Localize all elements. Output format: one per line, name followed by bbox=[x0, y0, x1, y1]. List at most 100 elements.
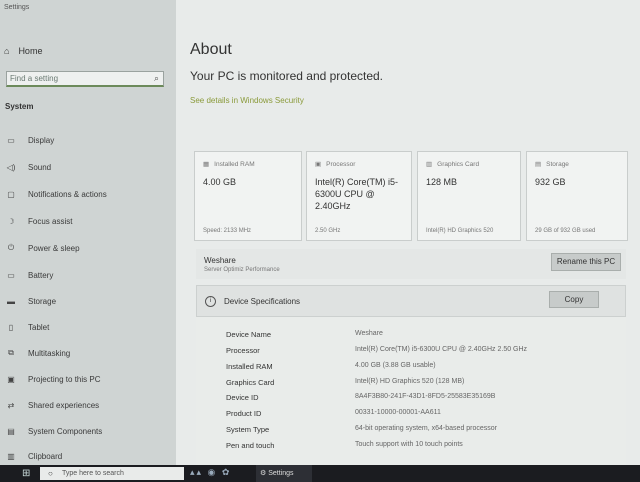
card-value: 932 GB bbox=[535, 177, 566, 187]
security-link[interactable]: See details in Windows Security bbox=[190, 96, 304, 105]
spec-key: Processor bbox=[226, 346, 260, 355]
sidebar-item-label: Focus assist bbox=[28, 216, 73, 226]
search-placeholder: Find a setting bbox=[10, 74, 59, 83]
ram-icon: ▦ bbox=[203, 161, 210, 168]
sidebar: Settings ⌂ Home Find a setting ⌕ System … bbox=[0, 0, 176, 465]
shared-icon: ⇄ bbox=[7, 400, 15, 410]
taskbar-search-placeholder: Type here to search bbox=[62, 470, 124, 477]
spec-value: Intel(R) HD Graphics 520 (128 MB) bbox=[355, 378, 465, 385]
sidebar-item-power-sleep[interactable]: ⏻ Power & sleep bbox=[0, 238, 176, 258]
card-graphics: ▥ Graphics Card 128 MB Intel(R) HD Graphi… bbox=[417, 151, 521, 241]
sidebar-item-focus-assist[interactable]: ☽ Focus assist bbox=[0, 211, 176, 231]
card-value: 128 MB bbox=[426, 177, 458, 187]
gear-icon: ⚙ bbox=[260, 470, 267, 477]
graphics-icon: ▥ bbox=[426, 161, 433, 168]
info-icon: i bbox=[205, 296, 216, 307]
spec-row: Graphics Card Intel(R) HD Graphics 520 (1… bbox=[196, 378, 626, 393]
spec-value: Intel(R) Core(TM) i5-6300U CPU @ 2.40GHz… bbox=[355, 346, 528, 353]
card-footer: Intel(R) HD Graphics 520 bbox=[426, 228, 494, 234]
sidebar-item-label: Battery bbox=[28, 270, 54, 280]
sidebar-item-multitasking[interactable]: ⧉ Multitasking bbox=[0, 343, 176, 363]
card-value: 4.00 GB bbox=[203, 177, 237, 187]
tablet-icon: ▯ bbox=[8, 322, 14, 332]
clipboard-icon: ▥ bbox=[7, 451, 15, 461]
card-footer: 29 GB of 932 GB used bbox=[535, 228, 596, 234]
spec-key: Installed RAM bbox=[226, 362, 273, 371]
sidebar-item-battery[interactable]: ▭ Battery bbox=[0, 265, 176, 285]
sidebar-item-label: Shared experiences bbox=[28, 400, 100, 410]
card-processor: ▣ Processor Intel(R) Core(TM) i5-6300U CP… bbox=[306, 151, 412, 241]
sidebar-item-label: Multitasking bbox=[28, 348, 71, 358]
spec-key: Device Name bbox=[226, 330, 272, 339]
app-title: Settings bbox=[4, 4, 30, 11]
device-name: Weshare bbox=[204, 256, 236, 265]
sidebar-item-label: Notifications & actions bbox=[28, 189, 107, 199]
spec-value: 00331-10000-00001-AA611 bbox=[355, 409, 441, 416]
spec-key: System Type bbox=[226, 425, 270, 434]
spec-value: Weshare bbox=[355, 330, 383, 337]
card-header: Processor bbox=[326, 160, 356, 168]
spec-row: Pen and touch Touch support with 10 touch… bbox=[196, 441, 626, 456]
spec-row: Device Name Weshare bbox=[196, 330, 626, 345]
sidebar-item-tablet[interactable]: ▯ Tablet bbox=[0, 317, 176, 337]
sidebar-item-storage[interactable]: ▬ Storage bbox=[0, 291, 176, 311]
processor-icon: ▣ bbox=[315, 161, 322, 168]
taskbar-settings-app[interactable]: ⚙ Settings bbox=[256, 465, 312, 482]
rename-pc-button[interactable]: Rename this PC bbox=[551, 253, 621, 271]
taskbar-search-input[interactable]: ○ Type here to search bbox=[40, 467, 184, 480]
storage-icon: ▤ bbox=[535, 161, 542, 168]
sidebar-item-clipboard[interactable]: ▥ Clipboard bbox=[0, 446, 176, 466]
spec-row: Installed RAM 4.00 GB (3.88 GB usable) bbox=[196, 362, 626, 377]
copy-button[interactable]: Copy bbox=[549, 291, 599, 308]
sidebar-item-sound[interactable]: ◁) Sound bbox=[0, 157, 176, 177]
moon-icon: ☽ bbox=[7, 216, 15, 226]
specs-table: Device Name Weshare Processor Intel(R) Cor… bbox=[196, 317, 626, 465]
components-icon: ▤ bbox=[7, 426, 15, 436]
taskbar: ⊞ ○ Type here to search ▴▴ ◉ ✿ ⚙ Setting… bbox=[0, 465, 640, 482]
search-icon: ⌕ bbox=[153, 73, 159, 83]
sidebar-item-display[interactable]: ▭ Display bbox=[0, 130, 176, 150]
spec-row: System Type 64-bit operating system, x64-… bbox=[196, 425, 626, 440]
power-icon: ⏻ bbox=[7, 243, 15, 252]
spec-value: 8A4F3B80-241F-43D1-8FD5-25583E35169B bbox=[355, 393, 496, 400]
card-installed-ram: ▦ Installed RAM 4.00 GB Speed: 2133 MHz bbox=[194, 151, 302, 241]
sidebar-item-projecting[interactable]: ▣ Projecting to this PC bbox=[0, 369, 176, 389]
sidebar-item-notifications[interactable]: ▢ Notifications & actions bbox=[0, 184, 176, 204]
windows-start-icon[interactable]: ⊞ bbox=[22, 468, 30, 479]
sidebar-item-shared-experiences[interactable]: ⇄ Shared experiences bbox=[0, 395, 176, 415]
multitasking-icon: ⧉ bbox=[8, 348, 14, 357]
card-header: Installed RAM bbox=[214, 160, 255, 168]
sidebar-item-label: Clipboard bbox=[28, 451, 63, 461]
card-value: Intel(R) Core(TM) i5-6300U CPU @ 2.40GHz bbox=[315, 177, 399, 211]
taskbar-pinned-apps[interactable]: ▴▴ ◉ ✿ bbox=[190, 467, 231, 478]
spec-value: Touch support with 10 touch points bbox=[355, 441, 463, 448]
sidebar-item-label: Tablet bbox=[28, 322, 50, 332]
spec-value: 4.00 GB (3.88 GB usable) bbox=[355, 362, 436, 369]
card-header: Storage bbox=[546, 160, 569, 168]
page-title: About bbox=[190, 41, 232, 58]
sidebar-item-label: Power & sleep bbox=[28, 243, 80, 253]
search-icon: ○ bbox=[48, 469, 53, 478]
sidebar-home[interactable]: ⌂ Home bbox=[4, 46, 42, 56]
card-footer: 2.50 GHz bbox=[315, 228, 341, 234]
card-footer: Speed: 2133 MHz bbox=[203, 228, 252, 234]
spec-row: Product ID 00331-10000-00001-AA611 bbox=[196, 409, 626, 424]
sidebar-item-system-components[interactable]: ▤ System Components bbox=[0, 421, 176, 441]
spec-key: Pen and touch bbox=[226, 441, 275, 450]
protection-status: Your PC is monitored and protected. bbox=[190, 69, 384, 83]
home-label: Home bbox=[18, 46, 43, 56]
spec-row: Processor Intel(R) Core(TM) i5-6300U CPU … bbox=[196, 346, 626, 361]
section-label: System bbox=[5, 102, 34, 111]
device-subtitle: Server Optimiz Performance bbox=[204, 267, 280, 273]
sidebar-item-label: Display bbox=[28, 135, 55, 145]
storage-icon: ▬ bbox=[7, 296, 15, 306]
battery-icon: ▭ bbox=[7, 270, 15, 280]
taskbar-settings-label: Settings bbox=[268, 470, 294, 477]
projector-icon: ▣ bbox=[7, 374, 15, 384]
sidebar-item-label: Projecting to this PC bbox=[28, 374, 101, 384]
notification-icon: ▢ bbox=[7, 189, 15, 199]
section-title: Device Specifications bbox=[224, 297, 301, 306]
spec-key: Graphics Card bbox=[226, 378, 275, 387]
sidebar-search-input[interactable]: Find a setting ⌕ bbox=[6, 71, 164, 87]
home-icon: ⌂ bbox=[4, 46, 10, 56]
